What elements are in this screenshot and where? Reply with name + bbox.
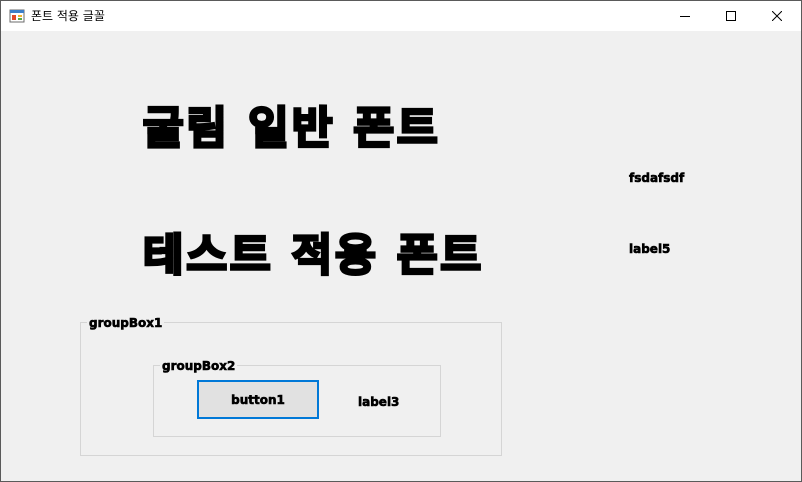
title-bar[interactable]: 폰트 적용 글꼴 bbox=[1, 1, 801, 31]
heading-test-applied-font: 테스트 적용 폰트 bbox=[142, 229, 484, 282]
close-icon bbox=[772, 11, 782, 21]
minimize-icon bbox=[680, 11, 690, 21]
heading-gulim-normal-font: 굴림 일반 폰트 bbox=[142, 102, 441, 155]
winforms-app-icon bbox=[9, 8, 25, 24]
app-window: 폰트 적용 글꼴 굴림 일반 폰트 테스트 적용 폰트 fsdafsdf lab… bbox=[0, 0, 802, 482]
label3: label3 bbox=[358, 395, 400, 410]
maximize-icon bbox=[726, 11, 736, 21]
groupbox2-caption: groupBox2 bbox=[160, 359, 238, 373]
label-fsdafsdf: fsdafsdf bbox=[629, 171, 685, 186]
close-button[interactable] bbox=[754, 1, 800, 31]
minimize-button[interactable] bbox=[662, 1, 708, 31]
maximize-button[interactable] bbox=[708, 1, 754, 31]
button1-label: button1 bbox=[231, 392, 285, 407]
groupbox1-caption: groupBox1 bbox=[87, 316, 165, 330]
label5: label5 bbox=[629, 242, 671, 257]
button1[interactable]: button1 bbox=[197, 380, 319, 419]
window-title: 폰트 적용 글꼴 bbox=[31, 9, 105, 23]
